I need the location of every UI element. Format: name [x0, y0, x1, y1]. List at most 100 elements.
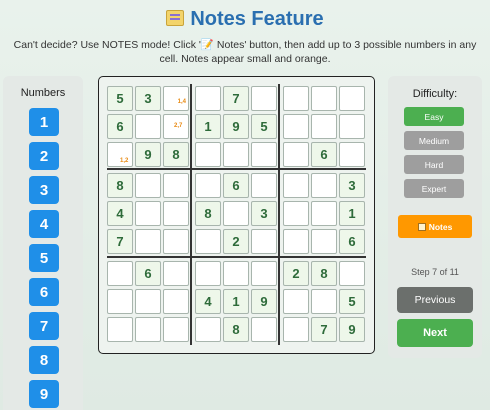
previous-button[interactable]: Previous — [397, 287, 473, 313]
sudoku-cell[interactable]: 2 — [223, 229, 249, 254]
sudoku-cell[interactable]: 3 — [251, 201, 277, 226]
sudoku-cell[interactable] — [163, 289, 189, 314]
sudoku-cell[interactable] — [339, 86, 365, 111]
title-text: Notes Feature — [190, 8, 324, 30]
sudoku-cell[interactable]: 9 — [223, 114, 249, 139]
sudoku-cell[interactable] — [107, 317, 133, 342]
sudoku-cell[interactable] — [339, 114, 365, 139]
sudoku-cell[interactable] — [195, 229, 221, 254]
sudoku-cell[interactable] — [195, 317, 221, 342]
number-button-4[interactable]: 4 — [29, 210, 59, 238]
sudoku-cell[interactable]: 9 — [339, 317, 365, 342]
sudoku-cell[interactable] — [163, 229, 189, 254]
sudoku-cell[interactable] — [283, 229, 309, 254]
sudoku-cell[interactable]: 3 — [339, 173, 365, 198]
sudoku-cell[interactable]: 2,7 — [163, 114, 189, 139]
sudoku-cell[interactable] — [339, 142, 365, 167]
sudoku-cell[interactable]: 9 — [135, 142, 161, 167]
number-button-7[interactable]: 7 — [29, 312, 59, 340]
sudoku-cell[interactable] — [283, 289, 309, 314]
sudoku-cell[interactable]: 6 — [135, 261, 161, 286]
next-button[interactable]: Next — [397, 319, 473, 347]
sudoku-cell[interactable]: 8 — [107, 173, 133, 198]
sudoku-cell[interactable]: 9 — [251, 289, 277, 314]
sudoku-cell[interactable]: 6 — [107, 114, 133, 139]
sudoku-cell[interactable] — [195, 173, 221, 198]
sudoku-cell[interactable]: 7 — [311, 317, 337, 342]
sudoku-cell[interactable] — [283, 114, 309, 139]
sudoku-cell[interactable] — [283, 317, 309, 342]
sudoku-cell[interactable] — [251, 317, 277, 342]
sudoku-cell[interactable] — [311, 201, 337, 226]
number-button-5[interactable]: 5 — [29, 244, 59, 272]
sudoku-cell[interactable] — [251, 173, 277, 198]
sudoku-cell[interactable]: 1,2 — [107, 142, 133, 167]
number-button-9[interactable]: 9 — [29, 380, 59, 408]
difficulty-expert-button[interactable]: Expert — [404, 179, 464, 198]
sudoku-cell[interactable] — [251, 261, 277, 286]
sudoku-cell[interactable]: 8 — [223, 317, 249, 342]
sudoku-cell[interactable] — [223, 261, 249, 286]
sudoku-cell[interactable] — [283, 142, 309, 167]
difficulty-easy-button[interactable]: Easy — [404, 107, 464, 126]
sudoku-cell[interactable] — [339, 261, 365, 286]
sudoku-cell[interactable] — [251, 142, 277, 167]
sudoku-cell[interactable]: 5 — [107, 86, 133, 111]
sudoku-cell[interactable] — [311, 173, 337, 198]
sudoku-cell[interactable] — [163, 173, 189, 198]
sudoku-cell[interactable] — [311, 289, 337, 314]
sudoku-cell[interactable]: 5 — [251, 114, 277, 139]
sudoku-cell[interactable] — [135, 173, 161, 198]
sudoku-cell[interactable] — [251, 229, 277, 254]
sudoku-cell[interactable] — [135, 114, 161, 139]
sudoku-cell[interactable] — [223, 201, 249, 226]
sudoku-cell[interactable] — [135, 289, 161, 314]
sudoku-cell[interactable] — [251, 86, 277, 111]
sudoku-cell[interactable]: 1 — [195, 114, 221, 139]
sudoku-cell[interactable]: 5 — [339, 289, 365, 314]
sudoku-cell[interactable]: 1 — [223, 289, 249, 314]
sudoku-cell[interactable] — [163, 317, 189, 342]
sudoku-cell[interactable] — [195, 261, 221, 286]
sudoku-cell[interactable]: 7 — [223, 86, 249, 111]
sudoku-cell[interactable] — [163, 261, 189, 286]
sudoku-cell[interactable] — [311, 114, 337, 139]
sudoku-cell[interactable] — [283, 173, 309, 198]
sudoku-cell[interactable] — [163, 201, 189, 226]
sudoku-cell[interactable]: 3 — [135, 86, 161, 111]
number-button-3[interactable]: 3 — [29, 176, 59, 204]
sudoku-cell[interactable] — [107, 289, 133, 314]
sudoku-cell[interactable]: 6 — [223, 173, 249, 198]
sudoku-cell[interactable]: 8 — [163, 142, 189, 167]
sudoku-cell[interactable] — [195, 86, 221, 111]
sudoku-cell[interactable]: 6 — [311, 142, 337, 167]
sudoku-cell[interactable] — [283, 86, 309, 111]
number-button-2[interactable]: 2 — [29, 142, 59, 170]
number-button-8[interactable]: 8 — [29, 346, 59, 374]
difficulty-hard-button[interactable]: Hard — [404, 155, 464, 174]
sudoku-cell[interactable]: 7 — [107, 229, 133, 254]
sudoku-cell[interactable] — [107, 261, 133, 286]
sudoku-cell[interactable] — [195, 142, 221, 167]
sudoku-cell[interactable] — [135, 201, 161, 226]
sudoku-cell[interactable]: 1 — [339, 201, 365, 226]
sudoku-cell[interactable] — [135, 229, 161, 254]
sudoku-cell[interactable] — [283, 201, 309, 226]
sudoku-cell[interactable]: 1,4 — [163, 86, 189, 111]
sudoku-cell[interactable]: 8 — [311, 261, 337, 286]
number-button-6[interactable]: 6 — [29, 278, 59, 306]
sudoku-cell[interactable]: 6 — [339, 229, 365, 254]
notes-button[interactable]: Notes — [398, 215, 472, 238]
sudoku-cell[interactable]: 2 — [283, 261, 309, 286]
difficulty-title: Difficulty: — [412, 88, 458, 100]
sudoku-cell[interactable]: 4 — [195, 289, 221, 314]
sudoku-cell[interactable] — [311, 229, 337, 254]
difficulty-medium-button[interactable]: Medium — [404, 131, 464, 150]
sudoku-cell[interactable] — [311, 86, 337, 111]
sudoku-cell[interactable]: 4 — [107, 201, 133, 226]
sudoku-cell[interactable] — [223, 142, 249, 167]
sudoku-cell[interactable] — [135, 317, 161, 342]
number-button-1[interactable]: 1 — [29, 108, 59, 136]
memo-icon — [166, 10, 185, 26]
sudoku-cell[interactable]: 8 — [195, 201, 221, 226]
